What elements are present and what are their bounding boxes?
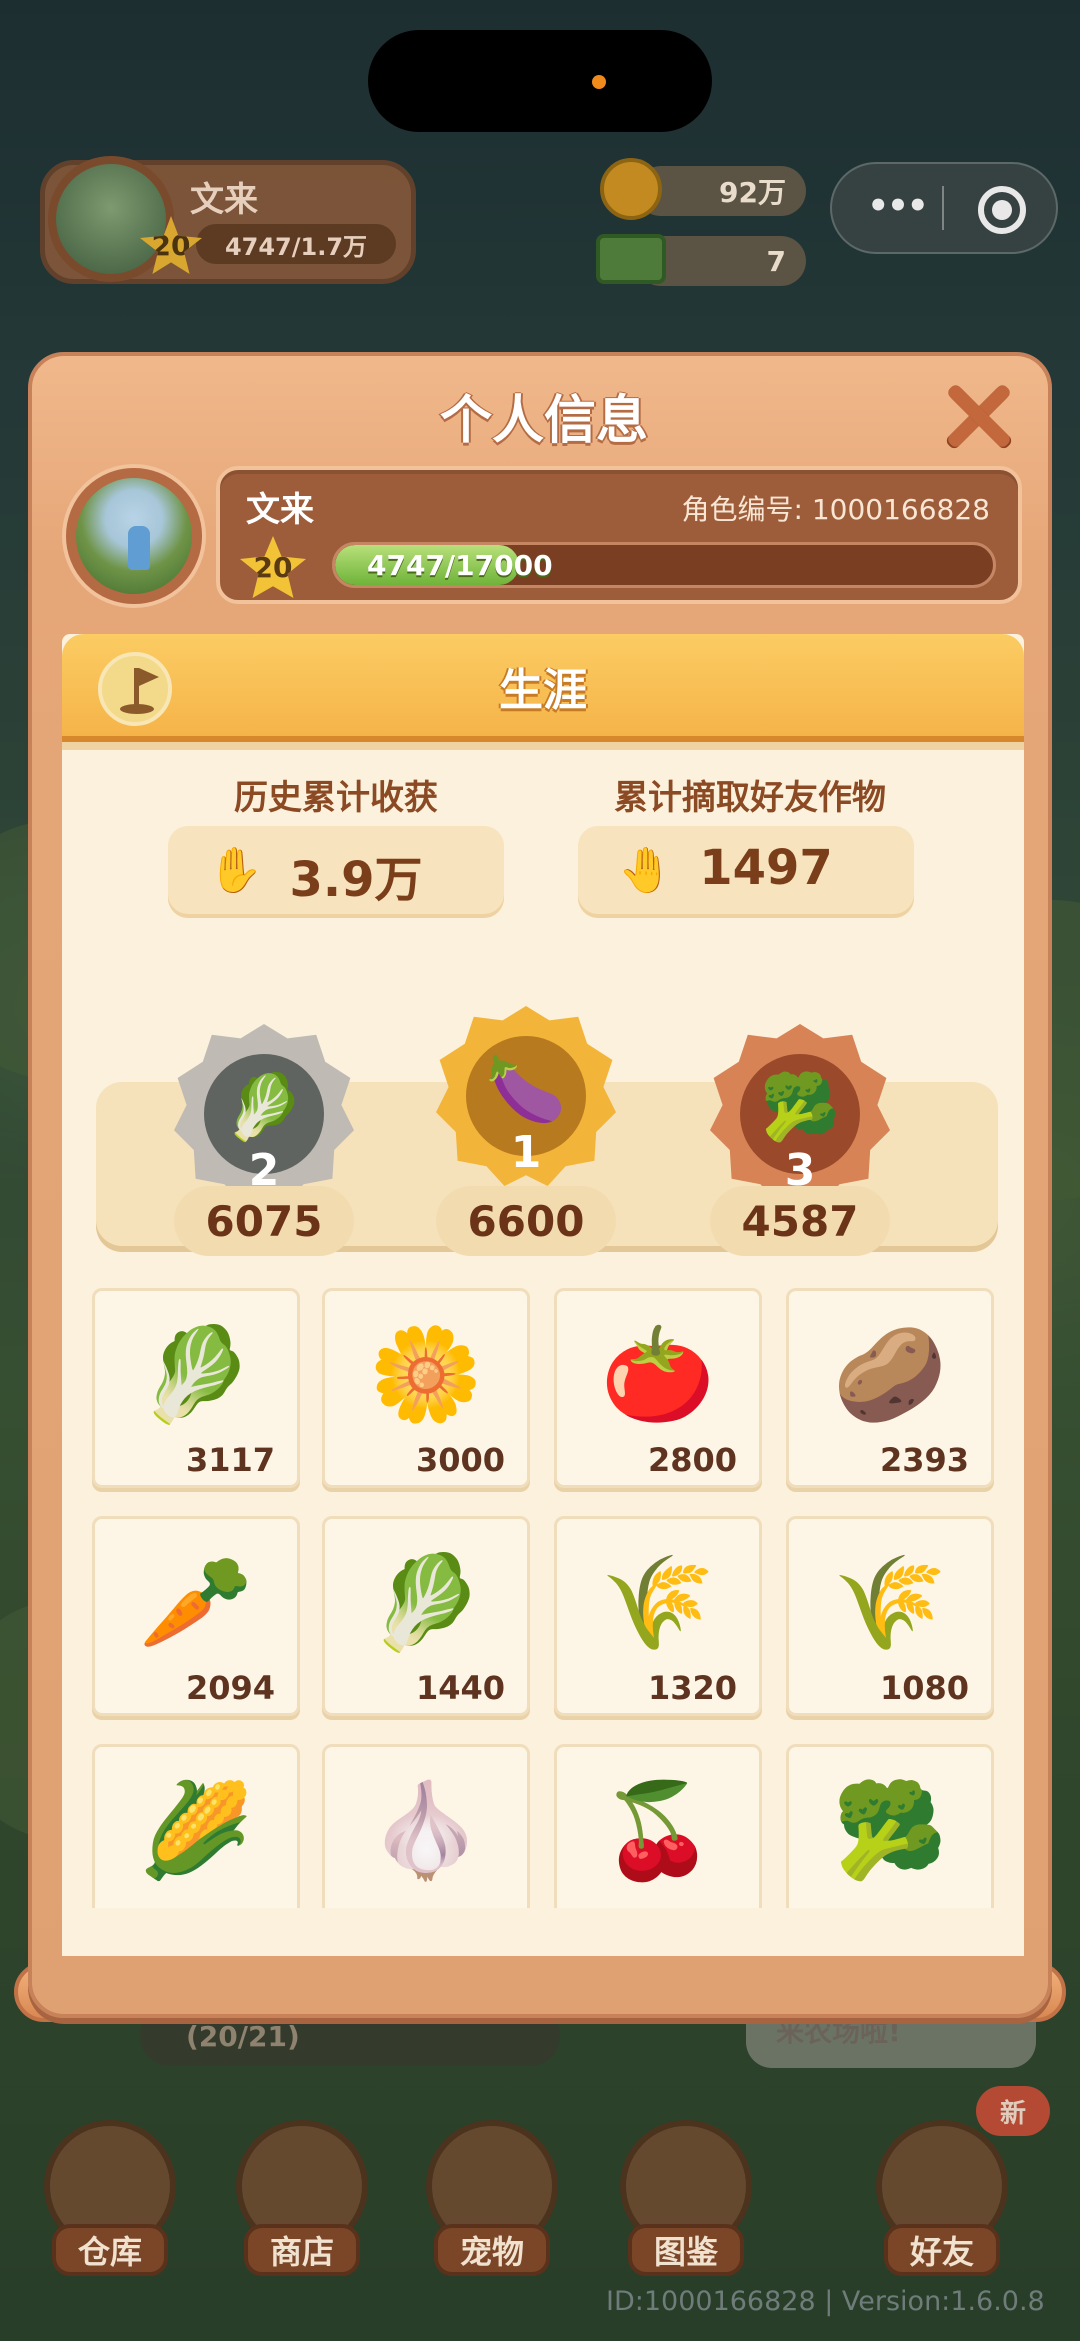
crop-card[interactable]: 🌾 1080 (786, 1516, 994, 1716)
crop-count: 2094 (185, 1669, 275, 1707)
spinach-icon: 🥬 (368, 1549, 484, 1656)
eggplant-icon: 🍆 (486, 1053, 566, 1127)
role-id-value: 1000166828 (811, 493, 990, 526)
garlic-icon: 🧄 (368, 1777, 484, 1884)
carrot-icon: 🥕 (138, 1549, 254, 1656)
camera-indicator-icon (592, 75, 606, 89)
close-miniprogram-icon[interactable] (978, 186, 1026, 234)
hud-exp-bar: 4747/1.7万 (196, 224, 396, 264)
hud-cash-value: 7 (766, 244, 786, 278)
hud-player-name: 文来 (190, 180, 258, 220)
nav-collection-button[interactable]: 图鉴 (620, 2120, 752, 2280)
nav-label: 好友 (884, 2224, 1000, 2276)
avatar (66, 468, 202, 604)
career-title: 生涯 (499, 665, 587, 716)
podium-medal-rank-3: 🥦 3 (710, 1024, 890, 1204)
crop-card[interactable]: 🥔 2393 (786, 1288, 994, 1488)
nav-label: 商店 (244, 2224, 360, 2276)
crop-count: 2800 (647, 1441, 737, 1479)
more-menu-button[interactable]: ••• (858, 186, 936, 226)
potato-icon: 🥔 (832, 1321, 948, 1428)
harvest-value: 3.9万 (289, 852, 423, 908)
nav-warehouse-button[interactable]: 仓库 (44, 2120, 176, 2280)
podium-value: 6600 (436, 1186, 616, 1256)
crop-count: 1440 (415, 1669, 505, 1707)
role-id-label: 角色编号: (681, 493, 803, 526)
lychee-icon: 🍒 (600, 1777, 716, 1884)
panel-footer-space (62, 1910, 1024, 1956)
crop-card[interactable]: 🌾 1320 (554, 1516, 762, 1716)
chinese-cabbage-icon: 🥬 (138, 1321, 254, 1428)
crop-harvest-grid: 🥬 3117 🌼 3000 🍅 2800 🥔 2393 🥕 2094 🥬 1440 🌾 1320 🌾 1080… (62, 1288, 1024, 1908)
nav-label: 图鉴 (628, 2224, 744, 2276)
crop-count: 3117 (185, 1441, 275, 1479)
cash-icon (596, 234, 666, 284)
player-name: 文来 (246, 490, 314, 530)
crop-card[interactable]: 🍅 2800 (554, 1288, 762, 1488)
podium-value: 4587 (710, 1186, 890, 1256)
modal-title: 个人信息 (439, 391, 648, 451)
crop-card[interactable]: 🌽 (92, 1744, 300, 1908)
crop-count: 1320 (647, 1669, 737, 1707)
version-footer: ID:1000166828 | Version:1.6.0.8 (606, 2286, 1045, 2317)
exp-progress-bar: 4747/17000 (332, 542, 996, 588)
hud-avatar[interactable] (48, 156, 174, 282)
podium-medal-rank-1: 🍆 1 (436, 1006, 616, 1186)
dandelion-icon: 🌼 (368, 1321, 484, 1428)
crop-card[interactable]: 🧄 (322, 1744, 530, 1908)
crop-card[interactable]: 🌼 3000 (322, 1288, 530, 1488)
steal-stat: 🤚 1497 (578, 826, 914, 918)
nav-label: 仓库 (52, 2224, 168, 2276)
level-star-icon: 20 (240, 536, 306, 598)
hud-coin-value: 92万 (719, 176, 786, 209)
bok-choy-icon: 🥦 (760, 1071, 840, 1145)
task-progress-text: (20/21) (186, 2019, 300, 2053)
exp-text: 4747/17000 (367, 549, 553, 582)
nav-friends-button[interactable]: 好友 (876, 2120, 1008, 2280)
crop-card[interactable]: 🍒 (554, 1744, 762, 1908)
camera-notch (368, 30, 712, 132)
coin-icon (600, 158, 662, 220)
crop-count: 3000 (415, 1441, 505, 1479)
close-icon[interactable] (944, 382, 1012, 450)
player-info-panel: 文来 角色编号: 1000166828 20 4747/17000 (216, 466, 1022, 604)
nav-shop-button[interactable]: 商店 (236, 2120, 368, 2280)
rank-number: 1 (510, 1127, 542, 1178)
podium-value: 6075 (174, 1186, 354, 1256)
nav-label: 宠物 (434, 2224, 550, 2276)
tomato-icon: 🍅 (600, 1321, 716, 1428)
career-panel: 生涯 历史累计收获 ✋ 3.9万 累计摘取好友作物 🤚 1497 🥬 2 6075 🍆… (62, 634, 1024, 1956)
crop-card[interactable]: 🥦 (786, 1744, 994, 1908)
corn-icon: 🌽 (138, 1777, 254, 1884)
career-header: 生涯 (62, 634, 1024, 750)
rice-icon: 🌾 (600, 1549, 716, 1656)
wheat-icon: 🌾 (832, 1549, 948, 1656)
harvest-label: 历史累计收获 (234, 778, 438, 818)
podium-medal-rank-2: 🥬 2 (174, 1024, 354, 1204)
steal-value: 1497 (699, 840, 833, 896)
crop-card[interactable]: 🥬 3117 (92, 1288, 300, 1488)
crop-card[interactable]: 🥕 2094 (92, 1516, 300, 1716)
cauliflower-icon: 🥦 (832, 1777, 948, 1884)
capsule-divider (942, 186, 944, 230)
steal-label: 累计摘取好友作物 (614, 778, 886, 818)
crop-count: 2393 (879, 1441, 969, 1479)
role-id: 角色编号: 1000166828 (682, 488, 991, 528)
level-value: 20 (253, 550, 293, 584)
harvest-stat: ✋ 3.9万 (168, 826, 504, 918)
crop-count: 1080 (879, 1669, 969, 1707)
hud-exp-text: 4747/1.7万 (224, 232, 368, 261)
new-badge: 新 (976, 2086, 1050, 2136)
nav-pet-button[interactable]: 宠物 (426, 2120, 558, 2280)
crop-card[interactable]: 🥬 1440 (322, 1516, 530, 1716)
profile-modal: 个人信息 文来 角色编号: 1000166828 20 4747/17000 生… (28, 352, 1052, 2018)
avatar-person (128, 526, 150, 570)
chinese-cabbage-icon: 🥬 (224, 1071, 304, 1145)
